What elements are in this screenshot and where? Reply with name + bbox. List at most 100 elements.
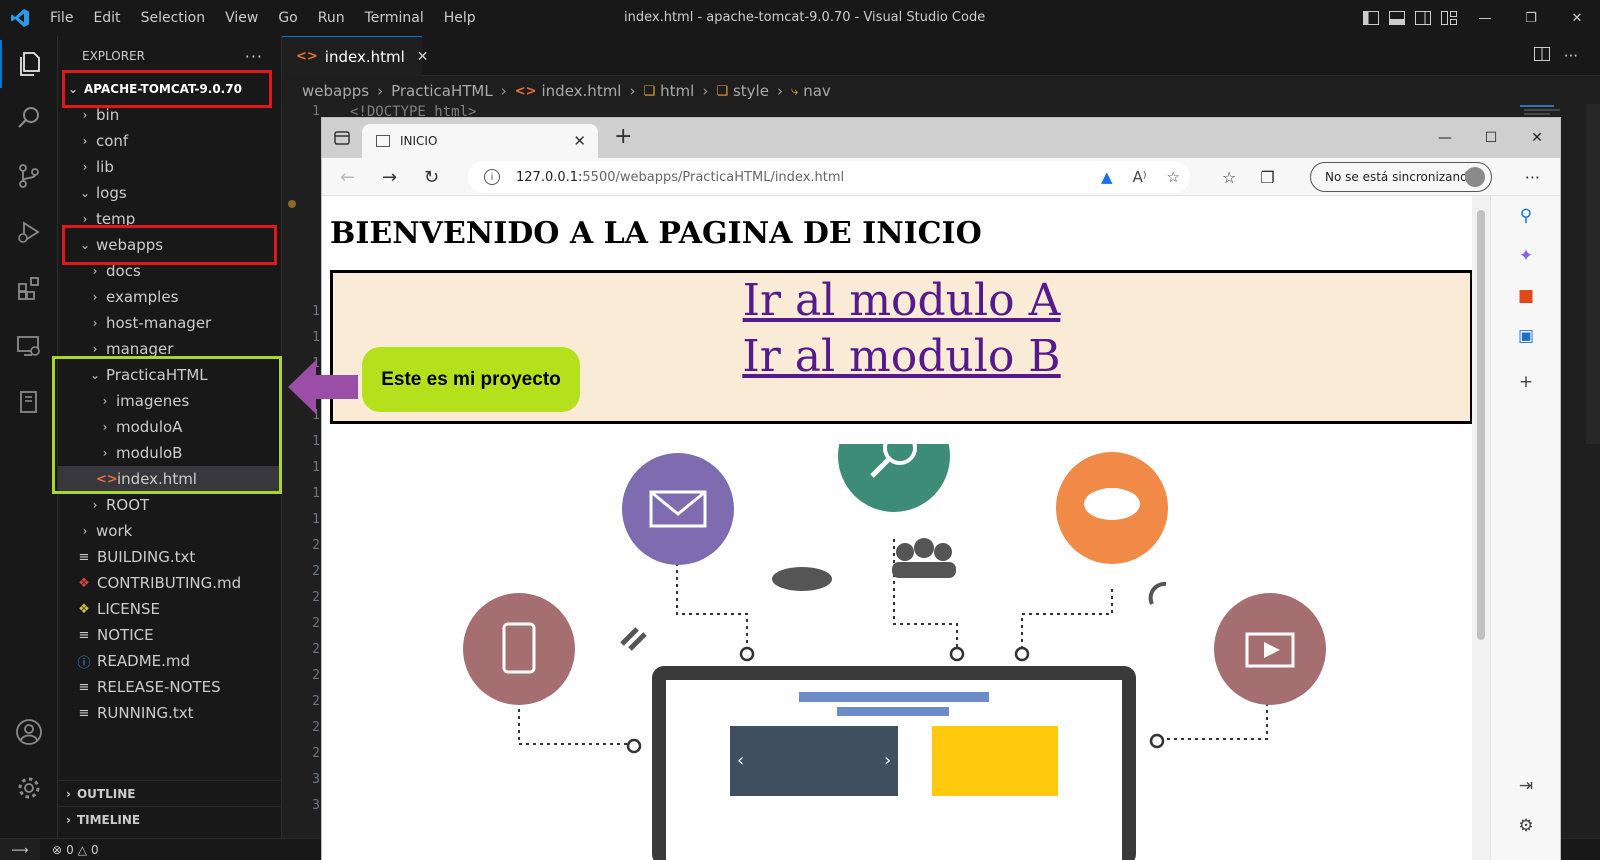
breadcrumb-html[interactable]: html bbox=[660, 82, 694, 100]
customize-layout-icon[interactable] bbox=[1436, 0, 1462, 36]
tree-folder-host-manager[interactable]: › host-manager bbox=[58, 310, 281, 336]
restore-button[interactable]: ❐ bbox=[1508, 0, 1554, 36]
problems-indicator[interactable]: ⊗ 0 △ 0 bbox=[52, 839, 99, 860]
add-favorite-icon[interactable]: ☆ bbox=[1167, 168, 1180, 186]
run-debug-icon[interactable] bbox=[0, 208, 58, 256]
browser-tab-inicio[interactable]: INICIO ✕ bbox=[362, 124, 598, 158]
tree-file-running[interactable]: ≡ RUNNING.txt bbox=[58, 700, 281, 726]
editor-scrollbar[interactable] bbox=[1586, 104, 1600, 838]
cube-icon: ❏ bbox=[643, 83, 656, 99]
explorer-icon[interactable] bbox=[0, 40, 58, 88]
tree-file-license[interactable]: ❖ LICENSE bbox=[58, 596, 281, 622]
minimize-button[interactable]: — bbox=[1462, 0, 1508, 36]
site-info-icon[interactable]: i bbox=[484, 169, 500, 185]
tree-file-readme[interactable]: ⓘ README.md bbox=[58, 648, 281, 674]
menu-go[interactable]: Go bbox=[268, 0, 307, 36]
editor-more-icon[interactable]: ··· bbox=[1564, 47, 1578, 65]
breakpoint-dot bbox=[288, 200, 296, 208]
tab-actions-icon[interactable] bbox=[334, 130, 350, 146]
breadcrumb-style[interactable]: style bbox=[733, 82, 769, 100]
add-sidebar-app-icon[interactable]: + bbox=[1491, 366, 1560, 398]
menu-edit[interactable]: Edit bbox=[83, 0, 130, 36]
web-page: BIENVENIDO A LA PAGINA DE INICIO Ir al m… bbox=[322, 196, 1490, 860]
sidebar-search-icon[interactable]: ⚲ bbox=[1491, 200, 1560, 232]
mail-circle-icon bbox=[622, 453, 734, 565]
profile-sync-button[interactable]: No se está sincronizando bbox=[1310, 162, 1492, 192]
copilot-sparkle-icon[interactable]: ✦ bbox=[1491, 240, 1560, 272]
toggle-panel-icon[interactable] bbox=[1384, 0, 1410, 36]
tree-file-contributing[interactable]: ❖ CONTRIBUTING.md bbox=[58, 570, 281, 596]
browser-menu-icon[interactable]: ··· bbox=[1525, 158, 1540, 196]
read-aloud-icon[interactable]: A⁾ bbox=[1133, 168, 1147, 186]
tree-folder-work[interactable]: › work bbox=[58, 518, 281, 544]
menu-help[interactable]: Help bbox=[434, 0, 486, 36]
cloud-icon bbox=[772, 567, 832, 591]
breadcrumb-nav[interactable]: nav bbox=[803, 82, 831, 100]
browser-maximize-button[interactable]: ☐ bbox=[1468, 118, 1514, 158]
toggle-secondary-sidebar-icon[interactable] bbox=[1410, 0, 1436, 36]
remote-explorer-icon[interactable] bbox=[0, 322, 58, 370]
tree-folder-root[interactable]: › ROOT bbox=[58, 492, 281, 518]
sidebar-settings-gear-icon[interactable]: ⚙ bbox=[1491, 810, 1560, 842]
toggle-sidebar-icon[interactable] bbox=[1358, 0, 1384, 36]
manage-gear-icon[interactable] bbox=[0, 764, 58, 812]
forward-button[interactable]: → bbox=[382, 158, 397, 196]
outlook-icon[interactable]: ▣ bbox=[1491, 320, 1560, 352]
price-tag-icon[interactable]: ▲ bbox=[1101, 168, 1113, 186]
browser-close-button[interactable]: ✕ bbox=[1514, 118, 1560, 158]
favorites-icon[interactable]: ☆ bbox=[1222, 168, 1236, 187]
menu-run[interactable]: Run bbox=[308, 0, 355, 36]
timeline-section[interactable]: › TIMELINE bbox=[58, 806, 281, 832]
window-title: index.html - apache-tomcat-9.0.70 - Visu… bbox=[624, 10, 986, 25]
back-button[interactable]: ← bbox=[340, 158, 355, 196]
extensions-icon[interactable] bbox=[0, 264, 58, 312]
tree-file-release-notes[interactable]: ≡ RELEASE-NOTES bbox=[58, 674, 281, 700]
avatar bbox=[1465, 167, 1485, 187]
svg-text:‹: ‹ bbox=[737, 750, 744, 771]
chevron-right-icon: › bbox=[82, 108, 88, 122]
breadcrumb-index[interactable]: index.html bbox=[542, 82, 622, 100]
page-favicon-icon bbox=[376, 135, 390, 147]
browser-toolbar: ← → ↻ i 127.0.0.1: 5500/webapps/PracticaH… bbox=[322, 158, 1560, 196]
menu-view[interactable]: View bbox=[215, 0, 268, 36]
explorer-title: EXPLORER bbox=[82, 49, 145, 63]
people-icon bbox=[892, 538, 956, 578]
more-actions-icon[interactable]: ··· bbox=[245, 47, 263, 66]
breadcrumb-practicahtml[interactable]: PracticaHTML bbox=[391, 82, 493, 100]
outline-section[interactable]: › OUTLINE bbox=[58, 780, 281, 806]
link-modulo-a[interactable]: Ir al modulo A bbox=[333, 273, 1470, 329]
account-icon[interactable] bbox=[0, 708, 58, 756]
close-tab-icon[interactable]: ✕ bbox=[417, 49, 429, 65]
chevron-right-icon: › bbox=[82, 524, 88, 538]
chevron-right-icon: › bbox=[92, 290, 98, 304]
tree-file-building[interactable]: ≡ BUILDING.txt bbox=[58, 544, 281, 570]
breadcrumb-webapps[interactable]: webapps bbox=[302, 82, 369, 100]
chevron-right-icon: › bbox=[92, 316, 98, 330]
split-editor-icon[interactable] bbox=[1533, 47, 1550, 65]
tree-folder-lib[interactable]: › lib bbox=[58, 154, 281, 180]
search-icon[interactable] bbox=[0, 94, 58, 142]
hide-sidebar-icon[interactable]: ⇥ bbox=[1491, 770, 1560, 802]
menu-terminal[interactable]: Terminal bbox=[355, 0, 434, 36]
menu-file[interactable]: File bbox=[40, 0, 83, 36]
close-window-button[interactable]: ✕ bbox=[1554, 0, 1600, 36]
menu-selection[interactable]: Selection bbox=[131, 0, 216, 36]
html-file-icon: <> bbox=[514, 83, 537, 99]
tree-folder-examples[interactable]: › examples bbox=[58, 284, 281, 310]
page-scrollbar[interactable] bbox=[1472, 196, 1490, 860]
new-tab-button[interactable]: + bbox=[614, 124, 632, 149]
notebook-icon[interactable] bbox=[0, 378, 58, 426]
source-control-icon[interactable] bbox=[0, 152, 58, 200]
link-chain-icon bbox=[620, 627, 647, 651]
remote-indicator-icon[interactable]: ⟶ bbox=[0, 839, 40, 860]
browser-minimize-button[interactable]: — bbox=[1422, 118, 1468, 158]
office-icon[interactable]: ■ bbox=[1491, 280, 1560, 312]
tree-folder-conf[interactable]: › conf bbox=[58, 128, 281, 154]
tab-index-html[interactable]: <> index.html ✕ bbox=[282, 36, 429, 76]
tree-folder-logs[interactable]: ⌄ logs bbox=[58, 180, 281, 206]
tree-file-notice[interactable]: ≡ NOTICE bbox=[58, 622, 281, 648]
address-bar[interactable]: i 127.0.0.1: 5500/webapps/PracticaHTML/in… bbox=[468, 161, 1190, 193]
collections-icon[interactable]: ❐ bbox=[1260, 168, 1274, 187]
reload-button[interactable]: ↻ bbox=[424, 158, 439, 196]
close-tab-icon[interactable]: ✕ bbox=[573, 132, 586, 150]
